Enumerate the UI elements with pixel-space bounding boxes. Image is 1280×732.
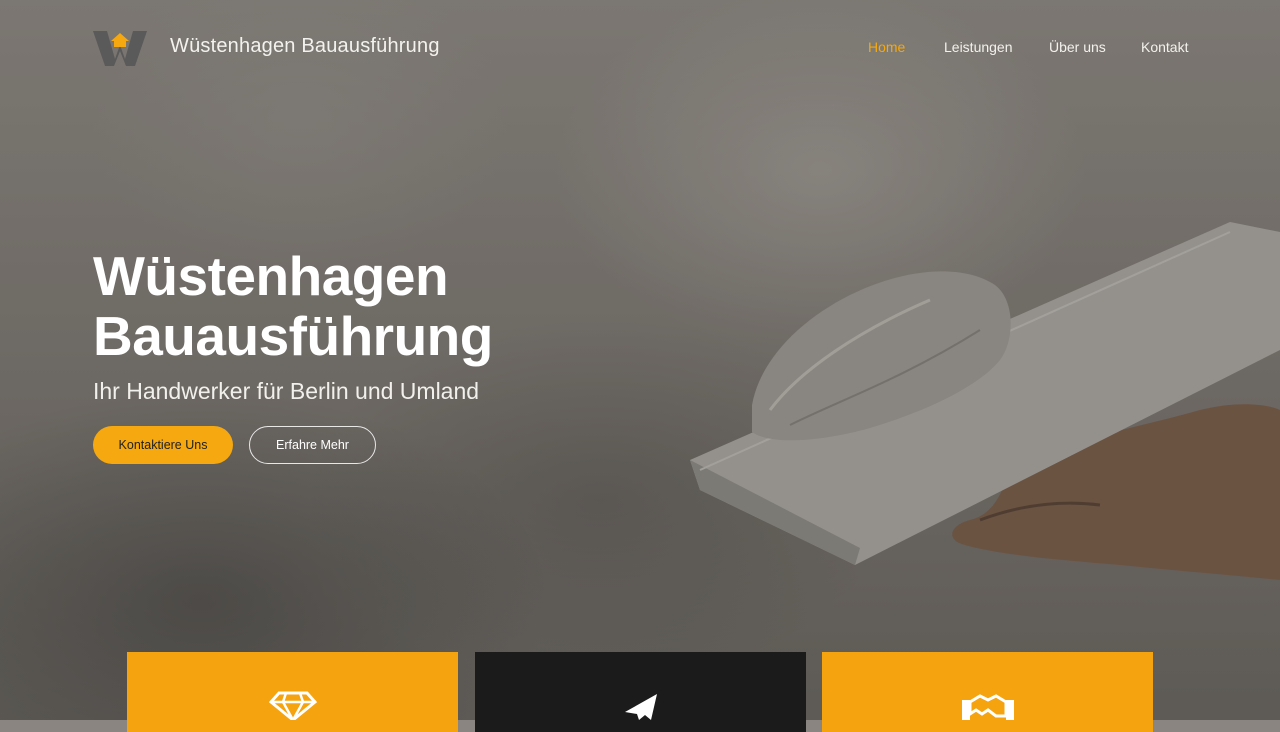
hero-title-line-1: Wüstenhagen bbox=[93, 245, 449, 307]
nav-ueber-uns[interactable]: Über uns bbox=[1049, 39, 1106, 55]
feature-card-handshake[interactable] bbox=[822, 652, 1153, 732]
paper-plane-icon bbox=[624, 694, 657, 720]
handshake-icon bbox=[961, 694, 1014, 720]
feature-card-diamond[interactable] bbox=[127, 652, 458, 732]
nav-kontakt[interactable]: Kontakt bbox=[1141, 39, 1188, 55]
diamond-icon bbox=[268, 691, 317, 720]
learn-more-button[interactable]: Erfahre Mehr bbox=[249, 426, 376, 464]
main-nav: Home Leistungen Über uns Kontakt bbox=[0, 39, 1280, 59]
hero-title: Wüstenhagen Bauausführung bbox=[93, 246, 493, 366]
contact-button[interactable]: Kontaktiere Uns bbox=[93, 426, 233, 464]
hero-subtitle: Ihr Handwerker für Berlin und Umland bbox=[93, 378, 480, 404]
nav-home[interactable]: Home bbox=[868, 39, 905, 55]
nav-leistungen[interactable]: Leistungen bbox=[944, 39, 1013, 55]
hero-title-line-2: Bauausführung bbox=[93, 305, 493, 367]
feature-card-plane[interactable] bbox=[475, 652, 806, 732]
